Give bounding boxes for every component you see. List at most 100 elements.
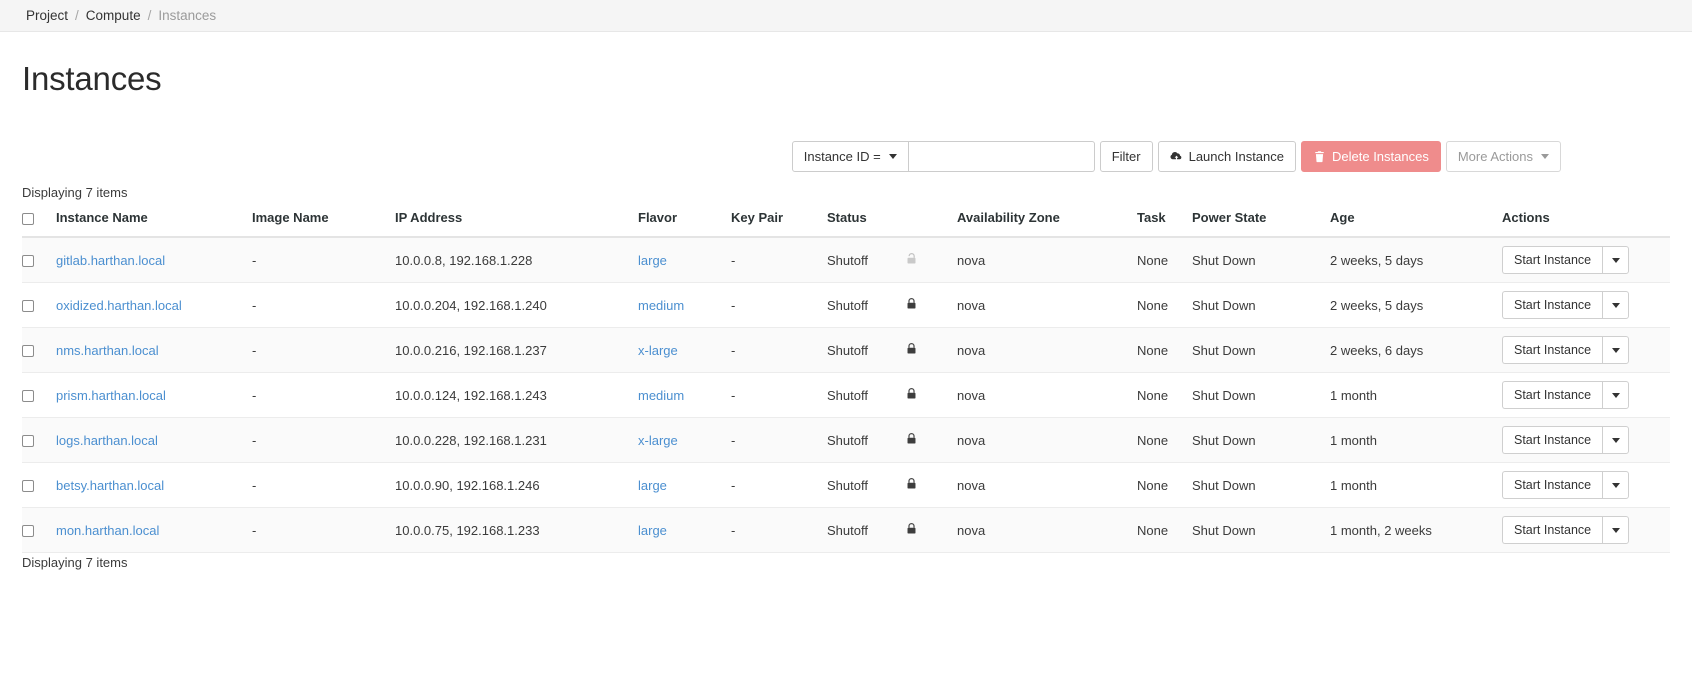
cell-status: Shutoff — [827, 327, 905, 373]
header-lock — [905, 210, 957, 238]
cell-image-name: - — [252, 372, 395, 418]
more-actions-button[interactable]: More Actions — [1445, 141, 1561, 172]
item-count-bottom: Displaying 7 items — [22, 555, 128, 570]
row-actions-dropdown-toggle[interactable] — [1602, 471, 1630, 499]
chevron-down-icon — [1611, 392, 1620, 398]
header-instance-name[interactable]: Instance Name — [56, 210, 252, 238]
cell-age: 1 month — [1330, 372, 1502, 418]
row-actions-dropdown-toggle[interactable] — [1602, 246, 1630, 274]
instance-name-link[interactable]: logs.harthan.local — [56, 433, 158, 448]
header-image-name[interactable]: Image Name — [252, 210, 395, 238]
instance-name-link[interactable]: mon.harthan.local — [56, 523, 159, 538]
chevron-down-icon — [1611, 527, 1620, 533]
row-select-checkbox[interactable] — [22, 300, 34, 313]
row-select-checkbox[interactable] — [22, 345, 34, 358]
start-instance-button[interactable]: Start Instance — [1502, 381, 1603, 409]
search-input[interactable] — [908, 141, 1095, 172]
unlock-icon — [905, 251, 918, 266]
row-action-group: Start Instance — [1502, 426, 1630, 454]
select-all-checkbox[interactable] — [22, 212, 34, 225]
row-checkbox-cell — [22, 237, 56, 283]
cell-task: None — [1137, 237, 1192, 283]
start-instance-button[interactable]: Start Instance — [1502, 471, 1603, 499]
breadcrumb-item-project[interactable]: Project — [26, 8, 68, 23]
launch-instance-button[interactable]: Launch Instance — [1157, 141, 1296, 172]
cell-flavor: large — [638, 507, 731, 553]
cell-key-pair: - — [731, 327, 827, 373]
table-header-row: Instance Name Image Name IP Address Flav… — [22, 210, 1670, 238]
cell-power-state: Shut Down — [1192, 507, 1330, 553]
row-select-checkbox[interactable] — [22, 255, 34, 268]
cell-lock — [905, 237, 957, 283]
cell-key-pair: - — [731, 417, 827, 463]
row-actions-dropdown-toggle[interactable] — [1602, 291, 1630, 319]
table-row: logs.harthan.local -10.0.0.228, 192.168.1… — [22, 417, 1670, 463]
filter-field-select[interactable]: Instance ID = — [791, 141, 909, 172]
table-toolbar: Instance ID = Filter Launch Instance Del… — [791, 141, 1561, 172]
filter-button[interactable]: Filter — [1099, 141, 1153, 172]
table-head: Instance Name Image Name IP Address Flav… — [22, 210, 1670, 238]
header-flavor[interactable]: Flavor — [638, 210, 731, 238]
instance-name-link[interactable]: nms.harthan.local — [56, 343, 159, 358]
row-actions-dropdown-toggle[interactable] — [1602, 336, 1630, 364]
cell-task: None — [1137, 507, 1192, 553]
cell-instance-name: logs.harthan.local — [56, 417, 252, 463]
lock-icon — [905, 341, 918, 356]
row-actions-dropdown-toggle[interactable] — [1602, 381, 1630, 409]
row-actions-dropdown-toggle[interactable] — [1602, 426, 1630, 454]
start-instance-button[interactable]: Start Instance — [1502, 336, 1603, 364]
flavor-link[interactable]: large — [638, 523, 667, 538]
chevron-down-icon — [888, 154, 897, 159]
row-select-checkbox[interactable] — [22, 480, 34, 493]
breadcrumb-item-compute[interactable]: Compute — [86, 8, 141, 23]
cell-availability-zone: nova — [957, 417, 1137, 463]
instance-name-link[interactable]: gitlab.harthan.local — [56, 253, 165, 268]
flavor-link[interactable]: x-large — [638, 343, 678, 358]
header-availability-zone[interactable]: Availability Zone — [957, 210, 1137, 238]
header-age[interactable]: Age — [1330, 210, 1502, 238]
row-checkbox-cell — [22, 327, 56, 373]
row-select-checkbox[interactable] — [22, 525, 34, 538]
instance-name-link[interactable]: betsy.harthan.local — [56, 478, 164, 493]
header-ip-address[interactable]: IP Address — [395, 210, 638, 238]
start-instance-button[interactable]: Start Instance — [1502, 291, 1603, 319]
flavor-link[interactable]: medium — [638, 298, 684, 313]
table-row: mon.harthan.local -10.0.0.75, 192.168.1.2… — [22, 507, 1670, 553]
table-body: gitlab.harthan.local -10.0.0.8, 192.168.1… — [22, 237, 1670, 553]
cell-flavor: large — [638, 462, 731, 508]
chevron-down-icon — [1611, 347, 1620, 353]
flavor-link[interactable]: large — [638, 253, 667, 268]
cell-flavor: x-large — [638, 327, 731, 373]
chevron-down-icon — [1541, 154, 1549, 159]
table-row: prism.harthan.local -10.0.0.124, 192.168.… — [22, 372, 1670, 418]
flavor-link[interactable]: x-large — [638, 433, 678, 448]
cell-availability-zone: nova — [957, 237, 1137, 283]
cell-instance-name: betsy.harthan.local — [56, 462, 252, 508]
instance-name-link[interactable]: oxidized.harthan.local — [56, 298, 182, 313]
more-actions-label: More Actions — [1457, 149, 1533, 164]
header-key-pair[interactable]: Key Pair — [731, 210, 827, 238]
cell-image-name: - — [252, 462, 395, 508]
instance-name-link[interactable]: prism.harthan.local — [56, 388, 166, 403]
delete-instances-button[interactable]: Delete Instances — [1301, 141, 1441, 172]
cell-task: None — [1137, 327, 1192, 373]
header-power-state[interactable]: Power State — [1192, 210, 1330, 238]
row-actions-dropdown-toggle[interactable] — [1602, 516, 1630, 544]
start-instance-button[interactable]: Start Instance — [1502, 516, 1603, 544]
header-status[interactable]: Status — [827, 210, 905, 238]
header-task[interactable]: Task — [1137, 210, 1192, 238]
row-select-checkbox[interactable] — [22, 435, 34, 448]
flavor-link[interactable]: large — [638, 478, 667, 493]
start-instance-button[interactable]: Start Instance — [1502, 426, 1603, 454]
flavor-link[interactable]: medium — [638, 388, 684, 403]
cell-ip-address: 10.0.0.90, 192.168.1.246 — [395, 462, 638, 508]
table-row: betsy.harthan.local -10.0.0.90, 192.168.1… — [22, 462, 1670, 508]
cell-availability-zone: nova — [957, 282, 1137, 328]
row-select-checkbox[interactable] — [22, 390, 34, 403]
instances-table: Instance Name Image Name IP Address Flav… — [22, 210, 1670, 553]
lock-icon — [905, 386, 918, 401]
cell-power-state: Shut Down — [1192, 462, 1330, 508]
cell-image-name: - — [252, 507, 395, 553]
breadcrumb-separator: / — [75, 8, 79, 23]
start-instance-button[interactable]: Start Instance — [1502, 246, 1603, 274]
